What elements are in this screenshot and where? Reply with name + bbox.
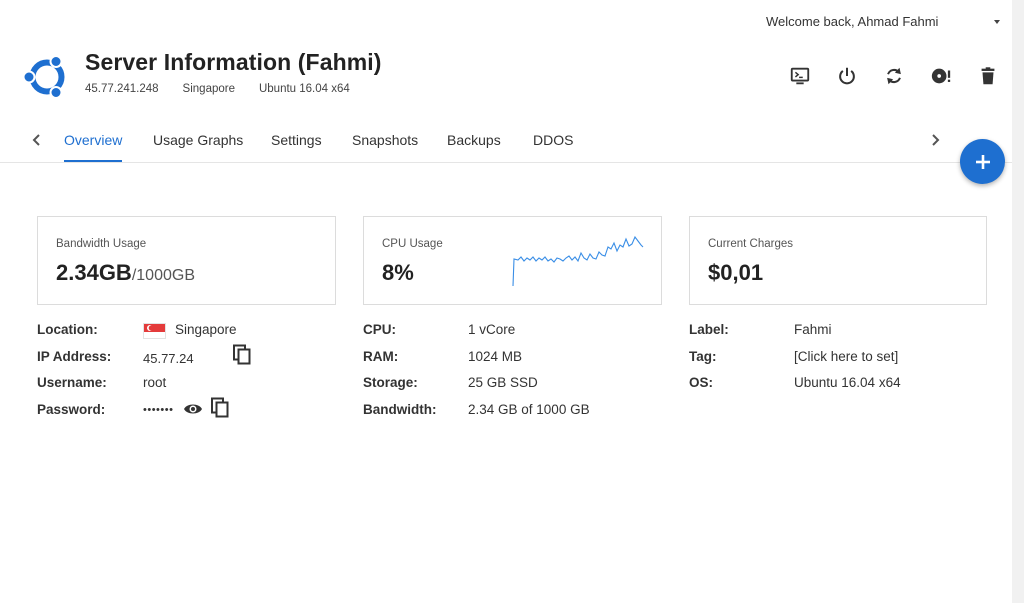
console-button[interactable] xyxy=(776,64,823,88)
delete-button[interactable] xyxy=(964,64,1011,88)
storage-label: Storage: xyxy=(363,375,418,390)
reinstall-icon xyxy=(931,68,950,84)
cpu-value: 1 vCore xyxy=(468,322,516,337)
ubuntu-logo-icon xyxy=(22,55,65,99)
location-label: Location: xyxy=(37,322,98,337)
reinstall-button[interactable] xyxy=(917,64,964,88)
bandwidth-total: /1000GB xyxy=(131,267,195,284)
chevron-left-icon[interactable] xyxy=(30,132,44,148)
tab-usage-graphs[interactable]: Usage Graphs xyxy=(153,132,243,160)
charges-card-label: Current Charges xyxy=(708,238,794,250)
restart-button[interactable] xyxy=(870,64,917,88)
charges-card: Current Charges $0,01 xyxy=(689,216,987,305)
username-row: Username: root xyxy=(37,375,337,402)
user-menu[interactable]: Welcome back, Ahmad Fahmi xyxy=(766,14,1006,29)
server-details-left: Location: Singapore IP Address: 45.77.24… xyxy=(37,322,337,428)
restart-icon xyxy=(886,67,901,85)
scrollbar-track xyxy=(1012,0,1024,603)
chevron-right-icon[interactable] xyxy=(928,132,942,148)
charges-card-value: $0,01 xyxy=(708,260,764,285)
os-value: Ubuntu 16.04 x64 xyxy=(794,375,901,390)
bandwidth-card-value: 2.34GB/1000GB xyxy=(56,260,195,286)
copy-password-icon[interactable] xyxy=(210,397,230,419)
eye-icon[interactable] xyxy=(183,401,203,417)
server-ip: 45.77.241.248 xyxy=(85,83,159,95)
ip-value[interactable]: 45.77.24 xyxy=(143,351,194,366)
bandwidth-label: Bandwidth: xyxy=(363,401,437,417)
tab-ddos[interactable]: DDOS xyxy=(533,132,573,160)
label-link[interactable]: Fahmi xyxy=(794,322,832,337)
welcome-text: Welcome back, Ahmad Fahmi xyxy=(766,14,939,29)
add-button[interactable] xyxy=(960,139,1005,184)
page-title: Server Information (Fahmi) xyxy=(85,49,382,75)
password-label: Password: xyxy=(37,401,106,417)
server-details-right: Label: Fahmi Tag: [Click here to set] OS… xyxy=(689,322,989,402)
tab-backups[interactable]: Backups xyxy=(447,132,501,160)
tab-snapshots[interactable]: Snapshots xyxy=(352,132,418,160)
bandwidth-used: 2.34GB xyxy=(56,260,132,285)
set-tag-link[interactable]: [Click here to set] xyxy=(794,349,898,364)
plus-icon xyxy=(975,154,990,169)
cpu-card-label: CPU Usage xyxy=(382,238,443,250)
os-row: OS: Ubuntu 16.04 x64 xyxy=(689,375,989,402)
bandwidth-link[interactable]: 2.34 GB of 1000 GB xyxy=(468,402,590,417)
bandwidth-card: Bandwidth Usage 2.34GB/1000GB xyxy=(37,216,336,305)
ip-row: IP Address: 45.77.24 xyxy=(37,344,337,376)
chevron-down-icon xyxy=(994,19,1000,24)
bandwidth-card-label: Bandwidth Usage xyxy=(56,238,147,250)
ram-label: RAM: xyxy=(363,348,399,364)
cpu-sparkline xyxy=(512,235,644,287)
label-row: Label: Fahmi xyxy=(689,322,989,349)
bandwidth-row: Bandwidth: 2.34 GB of 1000 GB xyxy=(363,402,663,429)
tab-overview[interactable]: Overview xyxy=(64,132,123,162)
ip-label: IP Address: xyxy=(37,348,112,364)
storage-row: Storage: 25 GB SSD xyxy=(363,375,663,402)
trash-icon xyxy=(981,67,994,85)
power-icon xyxy=(838,67,855,85)
storage-value: 25 GB SSD xyxy=(468,375,538,390)
ram-value: 1024 MB xyxy=(468,348,523,364)
tab-settings[interactable]: Settings xyxy=(271,132,322,160)
username-label: Username: xyxy=(37,375,107,390)
password-value: ••••••• xyxy=(143,403,174,416)
cpu-label: CPU: xyxy=(363,322,396,337)
label-label: Label: xyxy=(689,322,729,337)
location-value: Singapore xyxy=(175,322,237,337)
server-details-middle: CPU: 1 vCore RAM: 1024 MB Storage: 25 GB… xyxy=(363,322,663,428)
cpu-card-value: 8% xyxy=(382,260,414,285)
cpu-row: CPU: 1 vCore xyxy=(363,322,663,349)
console-icon xyxy=(790,67,809,85)
power-button[interactable] xyxy=(823,64,870,88)
copy-icon[interactable] xyxy=(232,344,252,366)
password-row: Password: ••••••• xyxy=(37,397,337,429)
cpu-card: CPU Usage 8% xyxy=(363,216,662,305)
tag-label: Tag: xyxy=(689,348,717,364)
ram-row: RAM: 1024 MB xyxy=(363,349,663,376)
server-os: Ubuntu 16.04 x64 xyxy=(258,83,350,95)
crescent-icon xyxy=(147,325,154,331)
os-label: OS: xyxy=(689,375,714,390)
tab-bar: Overview Usage Graphs Settings Snapshots… xyxy=(0,118,1012,163)
location-row: Location: Singapore xyxy=(37,322,337,349)
server-location: Singapore xyxy=(182,83,235,95)
singapore-flag-icon xyxy=(143,323,166,339)
username-value: root xyxy=(143,375,167,390)
server-meta: 45.77.241.248 Singapore Ubuntu 16.04 x64 xyxy=(85,83,350,95)
tag-row: Tag: [Click here to set] xyxy=(689,349,989,376)
server-actions xyxy=(776,64,1011,88)
